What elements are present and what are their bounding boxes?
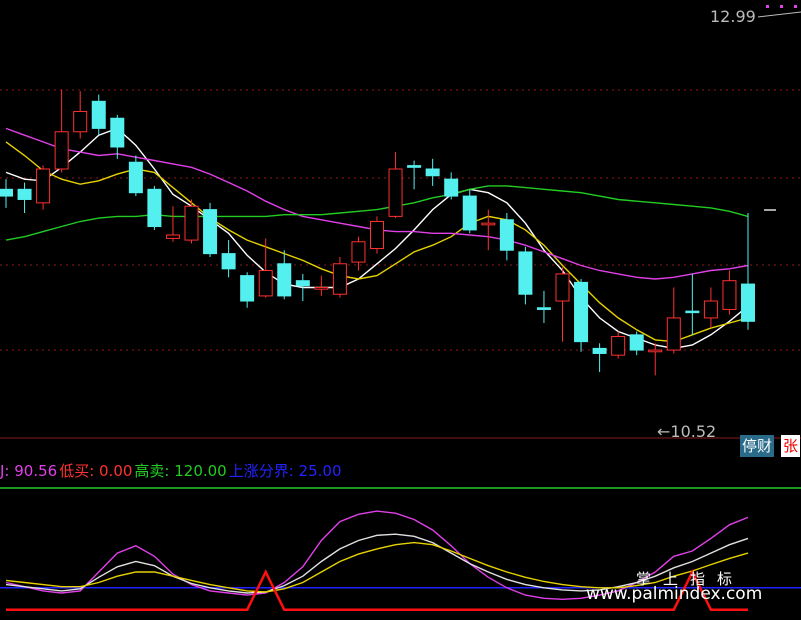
candle-body (295, 280, 310, 287)
rise-badge[interactable]: 张 (781, 435, 801, 457)
indicator-label: 低买: 0.00 (59, 462, 133, 480)
candle-body (258, 270, 273, 297)
candle-body (203, 209, 218, 255)
candle-body (666, 317, 681, 351)
candle-body (741, 283, 755, 322)
watermark-url: www.palmindex.com (586, 584, 763, 604)
candle-body (629, 334, 644, 351)
halt-badge[interactable]: 停财 (740, 435, 775, 457)
candle-body (592, 347, 607, 354)
candle-body (91, 100, 106, 129)
candle-body (54, 131, 69, 170)
candle-body (0, 188, 13, 197)
candle-body (425, 168, 440, 177)
marker-dot (794, 5, 797, 8)
candle-body (388, 168, 403, 217)
indicator-label: 高卖: 120.00 (134, 462, 227, 480)
marker-dot (766, 5, 769, 8)
candle-body (462, 195, 477, 231)
candlestick-chart: 12.99 ←10.52 (0, 5, 801, 612)
marker-dot (780, 5, 783, 8)
candle-body (518, 251, 533, 295)
candle-body (499, 219, 514, 251)
candle-body (332, 263, 347, 295)
candle-body (17, 188, 32, 200)
indicator-label: 上涨分界: 25.00 (228, 462, 342, 480)
candle-body (165, 234, 180, 239)
candle-body (240, 275, 255, 302)
candle-body (722, 280, 737, 310)
candle-body (536, 307, 551, 310)
high-price-label: 12.99 (710, 7, 756, 26)
low-price-label: ←10.52 (657, 422, 716, 441)
indicator-legend: J: 90.56 低买: 0.00 高卖: 120.00 上涨分界: 25.00 (0, 460, 344, 480)
candle-body (685, 310, 700, 314)
candle-body (277, 263, 292, 297)
candle-body (703, 300, 718, 319)
candle-body (574, 281, 589, 343)
candle-body (184, 205, 199, 241)
candle-body (611, 336, 626, 356)
candle-body (481, 222, 496, 226)
candle-body (351, 241, 366, 263)
indicator-label: J: 90.56 (0, 462, 58, 480)
candle-body (370, 220, 384, 250)
candle-body (221, 253, 236, 270)
candle-body (128, 161, 143, 194)
candle-body (555, 273, 570, 302)
candle-body (314, 286, 329, 290)
candle-body (444, 178, 459, 197)
candle-body (407, 165, 422, 168)
candle-body (110, 117, 125, 148)
candle-body (147, 188, 162, 228)
candle-body (73, 110, 88, 133)
candle-body (36, 168, 51, 204)
price-labels: 12.99 ←10.52 (657, 5, 801, 441)
candle-body (648, 349, 663, 353)
high-pointer (757, 11, 801, 18)
